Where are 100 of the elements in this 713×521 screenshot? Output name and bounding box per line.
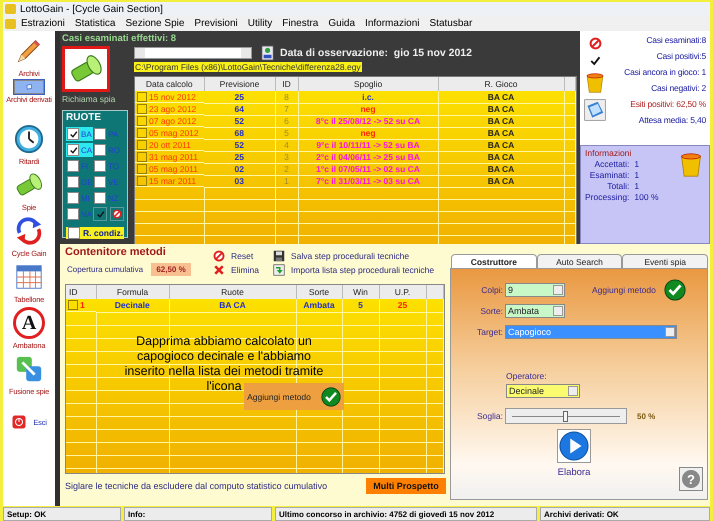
column-header[interactable]: Previsione — [204, 77, 275, 91]
check-icon — [320, 386, 341, 406]
checkbox[interactable] — [67, 160, 79, 172]
checkbox[interactable] — [137, 140, 147, 150]
window-title: LottoGain - [Cycle Gain Section] — [20, 4, 163, 14]
table-cell: 5 — [342, 299, 379, 312]
checkbox[interactable] — [94, 160, 106, 172]
no-entry-icon — [588, 37, 602, 50]
check-icon[interactable] — [93, 207, 107, 221]
menu-item[interactable]: Guida — [323, 18, 360, 29]
column-header[interactable]: Win — [342, 285, 379, 299]
menu-item[interactable]: Previsioni — [189, 18, 243, 29]
checkbox[interactable] — [67, 208, 79, 220]
slider-thumb[interactable] — [563, 411, 568, 422]
table-cell: 64 — [204, 103, 275, 115]
checkbox[interactable] — [137, 152, 147, 162]
status-cell: Info: — [124, 507, 272, 521]
checkbox[interactable] — [137, 164, 147, 174]
checkbox[interactable] — [137, 104, 147, 114]
recall-spy-label: Richiama spia — [62, 94, 116, 104]
dropdown[interactable]: Ambata — [505, 304, 565, 318]
column-header[interactable]: ID — [275, 77, 298, 91]
reset-button[interactable]: Reset — [213, 249, 259, 263]
column-header[interactable]: Sorte — [296, 285, 342, 299]
import-button[interactable]: Importa lista step procedurali tecniche — [272, 263, 434, 277]
checkbox[interactable] — [94, 128, 106, 140]
table-cell: 2 — [275, 163, 298, 175]
condition-checkbox[interactable]: R. condiz. — [66, 227, 124, 239]
scrollbar[interactable] — [134, 47, 252, 59]
column-header[interactable]: Formula — [96, 285, 169, 299]
column-header[interactable]: Spoglio — [298, 77, 438, 91]
table-cell: 4 — [275, 139, 298, 151]
panel-title: Contenitore metodi — [65, 246, 167, 258]
menu-item[interactable]: Statistica — [70, 18, 120, 29]
checkbox[interactable] — [68, 300, 78, 310]
checkbox[interactable] — [94, 176, 106, 188]
checkbox[interactable] — [137, 116, 147, 126]
monitor-icon[interactable] — [261, 45, 275, 61]
menu-item[interactable]: Sezione Spie — [120, 18, 190, 29]
tab[interactable]: Eventi spia — [622, 254, 708, 268]
table-cell: 25 — [204, 91, 275, 103]
footer-note: Siglare le tecniche da escludere dal computo statistico cumulativo — [65, 481, 328, 491]
checkbox[interactable] — [137, 92, 147, 102]
play-button[interactable] — [557, 429, 591, 463]
field-label: Target: — [476, 327, 504, 337]
table-cell: BA CA — [438, 115, 564, 127]
menu-item[interactable]: Finestra — [277, 18, 324, 29]
group-title: RUOTE — [66, 112, 101, 123]
table-cell: 03 — [204, 175, 275, 187]
slider[interactable] — [505, 408, 627, 424]
add-method-button[interactable]: Aggiungi metodo — [244, 383, 344, 410]
table-cell: 6 — [275, 115, 298, 127]
delete-button[interactable]: Elimina — [213, 263, 259, 277]
recall-spy-button[interactable] — [62, 46, 110, 92]
table-cell: 8°c il 25/08/12 -> 52 su CA — [298, 115, 438, 127]
column-header[interactable]: Ruote — [169, 285, 296, 299]
menu-item[interactable]: Statusbar — [424, 18, 478, 29]
info-label: Accettati: — [593, 159, 630, 169]
column-header[interactable]: R. Gioco — [438, 77, 564, 91]
wheel-checkbox[interactable]: BA — [66, 127, 93, 141]
tab[interactable]: Costruttore — [451, 254, 537, 268]
info-value: 1 — [634, 170, 640, 180]
table-cell: BA CA — [438, 139, 564, 151]
no-entry-icon[interactable] — [110, 207, 124, 221]
help-button[interactable]: ? — [679, 467, 703, 491]
menu-item[interactable]: Estrazioni — [16, 18, 70, 29]
checkbox[interactable] — [94, 144, 106, 156]
observation-date: Data di osservazione: gio 15 nov 2012 — [280, 47, 472, 59]
column-header[interactable]: Data calcolo — [135, 77, 204, 91]
checkbox[interactable] — [137, 128, 147, 138]
close-icon — [213, 264, 226, 276]
dropdown[interactable]: Decinale — [506, 384, 580, 398]
menu-item[interactable]: Utility — [242, 18, 278, 29]
multi-prospect-button[interactable]: Multi Prospetto — [366, 478, 446, 494]
table-cell: 20 ott 2011 — [149, 140, 191, 150]
checkbox[interactable] — [68, 227, 80, 239]
check-icon[interactable] — [664, 279, 686, 301]
checkbox[interactable] — [137, 176, 147, 186]
table-cell: 9°c il 10/11/11 -> 52 su BA — [298, 139, 438, 151]
checkbox[interactable] — [67, 144, 79, 156]
table-cell: BA CA — [438, 163, 564, 175]
menu-item[interactable]: Informazioni — [360, 18, 425, 29]
coverage-label: Copertura cumulativa — [67, 265, 144, 274]
checkbox[interactable] — [67, 128, 79, 140]
checkbox[interactable] — [94, 192, 106, 204]
tab[interactable]: Auto Search — [536, 254, 622, 268]
wheel-checkbox[interactable]: CA — [66, 143, 93, 157]
run-label: Elabora — [558, 467, 590, 478]
table-cell: neg — [298, 127, 438, 139]
checkbox[interactable] — [67, 176, 79, 188]
save-button[interactable]: Salva step procedurali tecniche — [272, 249, 434, 263]
no-entry-icon — [213, 250, 226, 262]
column-header[interactable]: U.P. — [379, 285, 426, 299]
table-cell: 7 — [275, 103, 298, 115]
column-header[interactable]: ID — [66, 285, 96, 299]
info-value: 1 — [634, 159, 640, 169]
dropdown[interactable]: 9 — [505, 283, 565, 297]
field-label: Sorte: — [479, 306, 504, 316]
checkbox[interactable] — [67, 192, 79, 204]
table-cell: neg — [298, 103, 438, 115]
